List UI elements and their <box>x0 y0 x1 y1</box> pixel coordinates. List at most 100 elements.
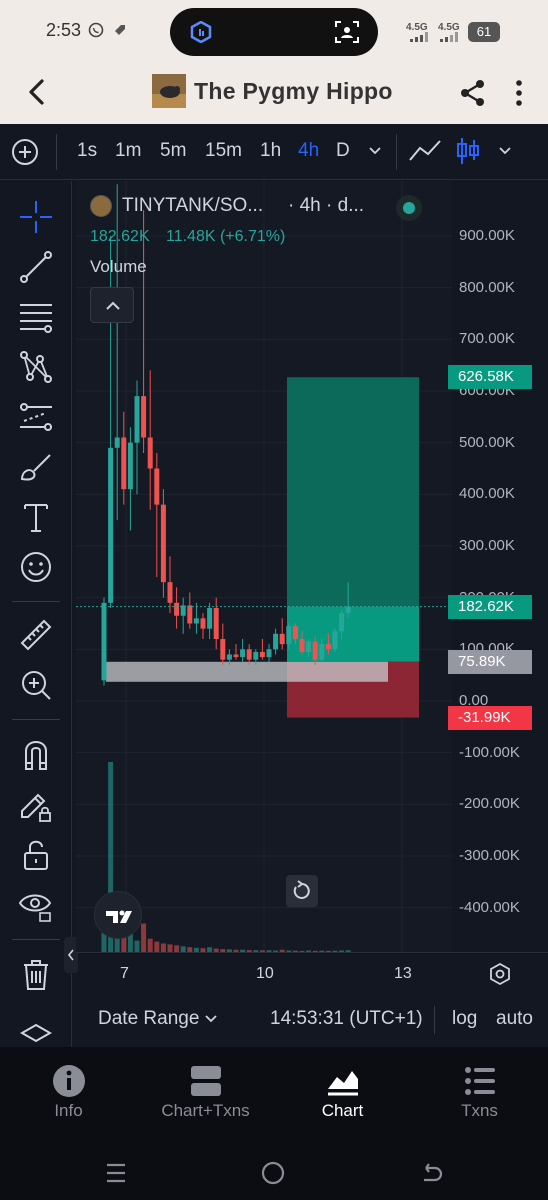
candle-body <box>200 618 206 629</box>
candle-body <box>332 631 338 650</box>
eye-icon[interactable] <box>18 887 54 923</box>
candle-body <box>114 437 120 448</box>
chevron-left-icon[interactable] <box>26 78 48 106</box>
timeframe-1s[interactable]: 1s <box>77 140 97 162</box>
brush-icon[interactable] <box>18 449 54 485</box>
unlock-icon[interactable] <box>18 837 54 873</box>
trash-icon[interactable] <box>18 957 54 993</box>
price-label: -100.00K <box>459 743 520 761</box>
reset-chart-button[interactable] <box>286 875 318 907</box>
target-price-badge: 626.58K <box>448 365 532 390</box>
candle-body <box>154 468 160 505</box>
text-icon[interactable] <box>18 499 54 535</box>
timeframe-D[interactable]: D <box>336 140 350 162</box>
lock-drawings-icon[interactable] <box>18 787 54 823</box>
candle-body <box>286 626 292 645</box>
collapse-legend-button[interactable] <box>90 287 134 323</box>
legend-change: 11.48K (+6.71%) <box>166 228 286 245</box>
fib-retracement-icon[interactable] <box>18 299 54 335</box>
emoji-icon[interactable] <box>18 549 54 585</box>
candle-body <box>273 633 279 650</box>
add-symbol-icon[interactable] <box>11 138 39 166</box>
price-axis[interactable]: 900.00K 800.00K 700.00K 600.00K 500.00K 400.0… <box>452 181 548 952</box>
ruler-icon[interactable] <box>18 617 54 653</box>
scan-icon <box>335 21 359 43</box>
timeframe-15m[interactable]: 15m <box>205 140 242 162</box>
zoom-in-icon[interactable] <box>18 667 54 703</box>
stop-price-badge: -31.99K <box>448 705 532 730</box>
candle-body <box>127 442 133 490</box>
nav-txns[interactable]: Txns <box>411 1047 548 1144</box>
market-status-indicator <box>396 195 422 221</box>
pattern-icon[interactable] <box>18 349 54 385</box>
volume-bar <box>134 940 140 952</box>
nav-txns-label: Txns <box>461 1101 498 1120</box>
current-price-badge: 182.62K <box>448 594 532 619</box>
log-scale-toggle[interactable]: log <box>452 1008 477 1030</box>
battery-indicator: 61 <box>468 22 500 42</box>
timeframe-1m[interactable]: 1m <box>115 140 141 162</box>
magnet-icon[interactable] <box>18 737 54 773</box>
candles-icon[interactable] <box>454 136 482 166</box>
candle-body <box>233 654 239 658</box>
time-label: 7 <box>120 965 129 982</box>
recent-apps-icon[interactable] <box>104 1162 128 1184</box>
tradingview-logo[interactable] <box>94 891 142 939</box>
tag-icon <box>115 25 125 35</box>
info-icon <box>53 1065 85 1097</box>
more-vertical-icon[interactable] <box>510 78 528 108</box>
legend-price: 182.62K <box>90 228 150 245</box>
nav-chart-txns[interactable]: Chart+Txns <box>137 1047 274 1144</box>
share-icon[interactable] <box>458 78 488 108</box>
date-range-button[interactable]: Date Range <box>98 1008 199 1030</box>
bottom-nav: Info Chart+Txns Chart Txns <box>0 1047 548 1144</box>
nav-chart-txns-label: Chart+Txns <box>161 1101 250 1120</box>
toolbar-divider <box>56 134 57 170</box>
trend-line-icon[interactable] <box>18 249 54 285</box>
chart-toolbar: 1s 1m 5m 15m 1h 4h D <box>0 124 548 180</box>
chevron-down-icon[interactable] <box>204 1014 218 1024</box>
split-view-icon <box>191 1066 221 1096</box>
rotate-icon <box>293 880 310 899</box>
page-title: The Pygmy Hippo <box>194 78 393 104</box>
candle-body <box>220 638 226 660</box>
symbol-name[interactable]: TINYTANK/SO... <box>122 195 263 217</box>
chevron-down-icon[interactable] <box>368 146 382 156</box>
price-label: 800.00K <box>459 278 515 296</box>
timeframe-1h[interactable]: 1h <box>260 140 281 162</box>
profit-zone <box>287 606 419 662</box>
status-time: 2:53 <box>46 20 82 40</box>
price-label: 300.00K <box>459 536 515 554</box>
camera-pill <box>170 8 378 56</box>
candle-body <box>147 437 153 469</box>
auto-scale-toggle[interactable]: auto <box>496 1008 533 1030</box>
nav-chart[interactable]: Chart <box>274 1047 411 1144</box>
chevron-down-icon[interactable] <box>498 146 512 156</box>
candle-body <box>193 618 199 624</box>
nav-info-label: Info <box>54 1101 83 1120</box>
crosshair-icon[interactable] <box>18 199 54 235</box>
home-icon[interactable] <box>260 1160 286 1186</box>
line-chart-icon[interactable] <box>408 138 442 164</box>
back-icon[interactable] <box>418 1160 444 1186</box>
candle-body <box>160 504 166 583</box>
app-hexagon-icon <box>190 21 212 43</box>
settings-hexagon-icon[interactable] <box>488 962 512 986</box>
price-label: 500.00K <box>459 433 515 451</box>
candle-body <box>213 607 219 639</box>
clock-timezone[interactable]: 14:53:31 (UTC+1) <box>270 1008 423 1030</box>
chart-pane[interactable]: TINYTANK/SO... · 4h · d... 182.62K 11.48… <box>76 181 452 952</box>
price-label: 400.00K <box>459 485 515 503</box>
symbol-interval: · 4h · d... <box>288 195 365 216</box>
system-nav-bar <box>0 1144 548 1200</box>
price-label: 700.00K <box>459 330 515 348</box>
timeframe-4h[interactable]: 4h <box>298 140 319 162</box>
nav-info[interactable]: Info <box>0 1047 137 1144</box>
volume-bar <box>174 945 180 952</box>
volume-bar <box>154 941 160 952</box>
time-axis[interactable]: 7 10 13 <box>76 952 548 994</box>
target-zone <box>287 377 419 607</box>
candle-body <box>101 602 107 681</box>
forecast-icon[interactable] <box>18 399 54 435</box>
timeframe-5m[interactable]: 5m <box>160 140 186 162</box>
